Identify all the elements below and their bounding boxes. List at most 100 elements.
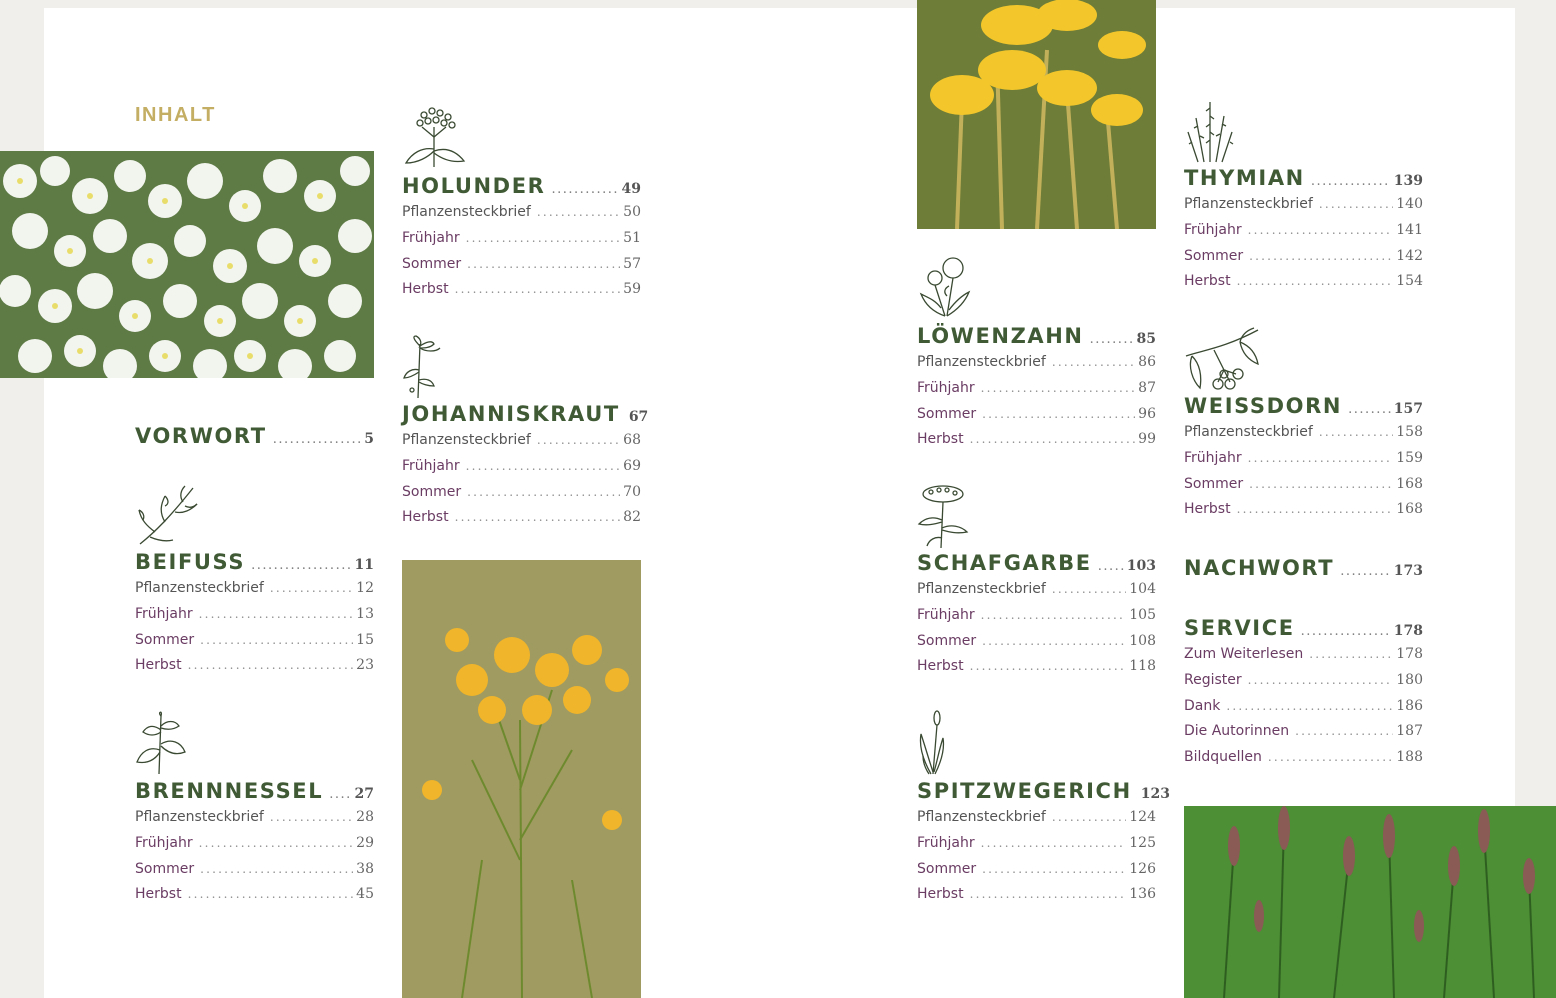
toc-entry-herbst[interactable]: Herbst 136 xyxy=(917,886,1156,912)
toc-entry-steckbrief[interactable]: Pflanzensteckbrief 158 xyxy=(1184,424,1423,450)
toc-heading-row[interactable]: JOHANNISKRAUT 67 xyxy=(402,402,648,432)
toc-entry-sommer[interactable]: Sommer 57 xyxy=(402,256,641,282)
section-title: SCHAFGARBE xyxy=(917,551,1092,575)
section-title: JOHANNISKRAUT xyxy=(402,402,620,426)
toc-entry-steckbrief[interactable]: Pflanzensteckbrief 28 xyxy=(135,809,374,835)
toc-entry-dank[interactable]: Dank 186 xyxy=(1184,698,1423,724)
entry-label: Pflanzensteckbrief xyxy=(1184,196,1313,212)
page-number: 28 xyxy=(356,809,374,825)
toc-entry-sommer[interactable]: Sommer 126 xyxy=(917,861,1156,887)
section-title: LÖWENZAHN xyxy=(917,324,1084,348)
toc-entry-fruehjahr[interactable]: Frühjahr 125 xyxy=(917,835,1156,861)
toc-entry-autorinnen[interactable]: Die Autorinnen 187 xyxy=(1184,723,1423,749)
page-number: 108 xyxy=(1129,632,1156,649)
toc-entry-herbst[interactable]: Herbst 99 xyxy=(917,431,1156,457)
section-title: NACHWORT xyxy=(1184,556,1335,580)
toc-entry-sommer[interactable]: Sommer 168 xyxy=(1184,476,1423,502)
toc-entry-fruehjahr[interactable]: Frühjahr 51 xyxy=(402,230,641,256)
page-number: 69 xyxy=(623,457,641,474)
toc-entry-bildquellen[interactable]: Bildquellen 188 xyxy=(1184,749,1423,775)
toc-heading-row[interactable]: VORWORT 5 xyxy=(135,424,374,454)
toc-entry-fruehjahr[interactable]: Frühjahr 159 xyxy=(1184,450,1423,476)
toc-entry-steckbrief[interactable]: Pflanzensteckbrief 124 xyxy=(917,809,1156,835)
toc-entry-sommer[interactable]: Sommer 96 xyxy=(917,406,1156,432)
toc-entry-steckbrief[interactable]: Pflanzensteckbrief 104 xyxy=(917,581,1156,607)
page-number: 125 xyxy=(1129,834,1156,851)
toc-entry-steckbrief[interactable]: Pflanzensteckbrief 86 xyxy=(917,354,1156,380)
page-number: 124 xyxy=(1129,809,1156,825)
page-number: 142 xyxy=(1396,247,1423,264)
toc-entry-herbst[interactable]: Herbst 45 xyxy=(135,886,374,912)
toc-entry-sommer[interactable]: Sommer 70 xyxy=(402,484,641,510)
toc-heading-row[interactable]: BEIFUSS 11 xyxy=(135,550,374,580)
page-number: 136 xyxy=(1129,886,1156,903)
toc-entry-herbst[interactable]: Herbst 59 xyxy=(402,281,641,307)
entry-label: Pflanzensteckbrief xyxy=(917,354,1046,370)
page-number: 5 xyxy=(364,431,374,447)
page-number: 178 xyxy=(1393,623,1423,639)
toc-heading-row[interactable]: SERVICE 178 xyxy=(1184,616,1423,646)
toc-entry-fruehjahr[interactable]: Frühjahr 105 xyxy=(917,607,1156,633)
leader-dots xyxy=(1098,559,1124,574)
section-title: HOLUNDER xyxy=(402,174,546,198)
page-number: 12 xyxy=(356,580,374,596)
toc-entry-fruehjahr[interactable]: Frühjahr 87 xyxy=(917,380,1156,406)
leader-dots xyxy=(1249,477,1393,491)
leader-dots xyxy=(467,485,620,499)
toc-entry-fruehjahr[interactable]: Frühjahr 29 xyxy=(135,835,374,861)
toc-heading-row[interactable]: NACHWORT 173 xyxy=(1184,556,1423,586)
toc-entry-fruehjahr[interactable]: Frühjahr 69 xyxy=(402,458,641,484)
toc-heading-row[interactable]: HOLUNDER 49 xyxy=(402,174,641,204)
toc-heading-row[interactable]: LÖWENZAHN 85 xyxy=(917,324,1156,354)
leader-dots xyxy=(1090,332,1134,347)
toc-entry-herbst[interactable]: Herbst 154 xyxy=(1184,273,1423,299)
toc-entry-herbst[interactable]: Herbst 23 xyxy=(135,657,374,683)
entry-label: Frühjahr xyxy=(135,605,193,622)
toc-entry-herbst[interactable]: Herbst 168 xyxy=(1184,501,1423,527)
toc-entry-steckbrief[interactable]: Pflanzensteckbrief 12 xyxy=(135,580,374,606)
nettle-icon xyxy=(135,710,189,776)
toc-heading-row[interactable]: BRENNNESSEL 27 xyxy=(135,779,374,809)
toc-entry-herbst[interactable]: Herbst 118 xyxy=(917,658,1156,684)
toc-heading-row[interactable]: SCHAFGARBE 103 xyxy=(917,551,1156,581)
toc-entry-register[interactable]: Register 180 xyxy=(1184,672,1423,698)
toc-heading-row[interactable]: WEISSDORN 157 xyxy=(1184,394,1423,424)
entry-label: Frühjahr xyxy=(135,834,193,851)
entry-label: Pflanzensteckbrief xyxy=(917,809,1046,825)
toc-entry-fruehjahr[interactable]: Frühjahr 141 xyxy=(1184,222,1423,248)
entry-label: Herbst xyxy=(917,431,964,448)
page-number: 27 xyxy=(354,786,374,802)
leader-dots xyxy=(1248,223,1394,237)
page-number: 23 xyxy=(356,657,374,674)
st-johns-wort-photo xyxy=(402,560,641,998)
toc-heading-row[interactable]: SPITZWEGERICH 123 xyxy=(917,779,1170,809)
entry-label: Frühjahr xyxy=(917,379,975,396)
leader-dots xyxy=(537,205,620,219)
toc-entry-steckbrief[interactable]: Pflanzensteckbrief 50 xyxy=(402,204,641,230)
toc-entry-steckbrief[interactable]: Pflanzensteckbrief 140 xyxy=(1184,196,1423,222)
elderflower-icon xyxy=(402,105,468,171)
entry-label: Herbst xyxy=(917,886,964,903)
toc-entry-sommer[interactable]: Sommer 38 xyxy=(135,861,374,887)
entry-label: Herbst xyxy=(135,657,182,674)
toc-section-holunder: HOLUNDER 49 Pflanzensteckbrief 50 Frühjah… xyxy=(402,174,641,307)
entry-label: Frühjahr xyxy=(402,229,460,246)
page-number: 154 xyxy=(1396,273,1423,290)
leader-dots xyxy=(1268,750,1393,764)
toc-entry-sommer[interactable]: Sommer 142 xyxy=(1184,248,1423,274)
entry-label: Sommer xyxy=(1184,247,1244,264)
toc-entry-weiterlesen[interactable]: Zum Weiterlesen 178 xyxy=(1184,646,1423,672)
entry-label: Pflanzensteckbrief xyxy=(402,204,531,220)
leader-dots xyxy=(251,558,351,573)
toc-entry-fruehjahr[interactable]: Frühjahr 13 xyxy=(135,606,374,632)
toc-heading-row[interactable]: THYMIAN 139 xyxy=(1184,166,1423,196)
toc-entry-sommer[interactable]: Sommer 108 xyxy=(917,633,1156,659)
toc-entry-herbst[interactable]: Herbst 82 xyxy=(402,509,641,535)
leader-dots xyxy=(188,658,354,672)
page-number: 118 xyxy=(1129,658,1156,675)
page-number: 51 xyxy=(623,229,641,246)
toc-entry-sommer[interactable]: Sommer 15 xyxy=(135,632,374,658)
toc-entry-steckbrief[interactable]: Pflanzensteckbrief 68 xyxy=(402,432,641,458)
leader-dots xyxy=(270,581,353,595)
thyme-icon xyxy=(1184,98,1236,164)
